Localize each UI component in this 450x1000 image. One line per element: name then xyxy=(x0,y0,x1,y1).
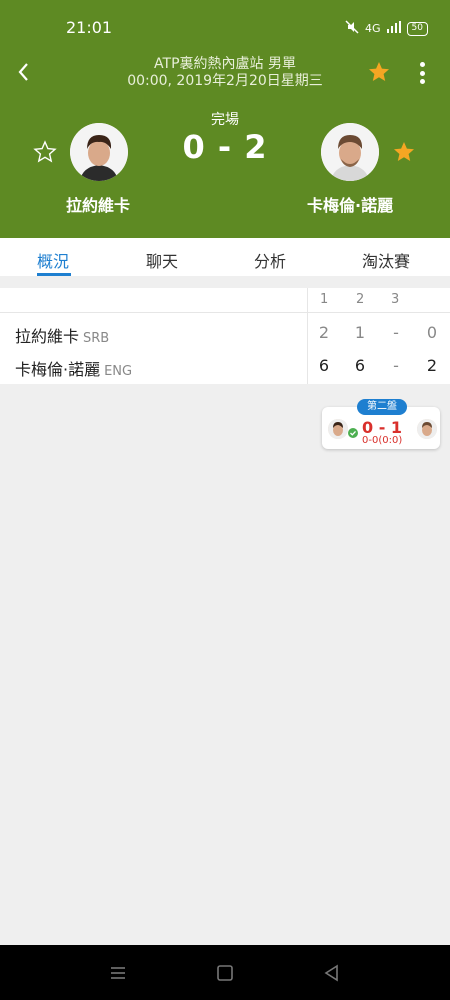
tab-bar: 概況 聊天 分析 淘汰賽 xyxy=(0,238,450,276)
table-divider xyxy=(0,312,450,313)
favorite-match-button[interactable] xyxy=(367,60,391,84)
player-name: 拉約維卡 xyxy=(15,327,80,346)
table-row-name: 卡梅倫·諾麗 ENG xyxy=(15,356,132,380)
right-player-mini-avatar xyxy=(417,419,437,439)
right-player-avatar[interactable] xyxy=(321,123,379,181)
signal-icon xyxy=(386,21,401,36)
check-icon xyxy=(348,423,358,438)
match-header: 21:01 4G 50 ATP裏約熱內盧站 男單 00:00, 2019年2月2… xyxy=(0,0,450,238)
more-dot xyxy=(419,70,425,76)
table-row-name: 拉約維卡 SRB xyxy=(15,323,109,347)
set-score: 2 xyxy=(318,323,330,342)
set-header: 3 xyxy=(391,292,400,307)
set-score: - xyxy=(393,356,399,375)
tab-analysis[interactable]: 分析 xyxy=(254,248,286,272)
table-divider xyxy=(307,288,308,384)
status-time: 21:01 xyxy=(66,18,113,37)
star-filled-icon xyxy=(394,142,414,161)
set-score: 1 xyxy=(354,323,366,342)
set-header: 1 xyxy=(320,292,329,307)
left-player-avatar[interactable] xyxy=(70,123,128,181)
more-dot xyxy=(419,62,425,67)
active-tab-indicator xyxy=(37,273,71,276)
favorite-left-player-button[interactable] xyxy=(33,140,57,164)
left-player-name[interactable]: 拉約維卡 xyxy=(66,192,130,216)
set-score: - xyxy=(393,323,399,342)
set-badge: 第二盤 xyxy=(357,399,407,415)
player-name: 卡梅倫·諾麗 xyxy=(15,360,101,379)
mute-icon xyxy=(345,20,359,37)
home-icon[interactable] xyxy=(215,963,235,983)
star-filled-icon xyxy=(369,62,389,81)
favorite-right-player-button[interactable] xyxy=(392,140,416,164)
country-code: SRB xyxy=(83,331,110,346)
country-code: ENG xyxy=(104,364,133,379)
network-type: 4G xyxy=(365,22,381,35)
match-score: 0 - 2 xyxy=(182,128,268,166)
right-player-name[interactable]: 卡梅倫·諾麗 xyxy=(307,192,393,216)
star-outline-icon xyxy=(33,140,57,163)
tab-knockout[interactable]: 淘汰賽 xyxy=(362,248,410,272)
set-score: 6 xyxy=(318,356,330,375)
set-header: 2 xyxy=(356,292,365,307)
status-bar: 21:01 4G 50 xyxy=(0,0,450,56)
set-score: 6 xyxy=(354,356,366,375)
more-options-button[interactable] xyxy=(412,60,432,86)
back-triangle-icon[interactable] xyxy=(322,963,342,983)
system-nav-bar xyxy=(0,945,450,1000)
set-card-subscore: 0-0(0:0) xyxy=(362,435,403,446)
tab-overview[interactable]: 概況 xyxy=(37,248,69,272)
score-table: 1 2 3 拉約維卡 SRB 2 1 - 0 卡梅倫·諾麗 ENG 6 6 - 2 xyxy=(0,288,450,384)
match-status: 完場 xyxy=(211,112,239,128)
menu-icon[interactable] xyxy=(108,963,128,983)
tab-chat[interactable]: 聊天 xyxy=(146,248,178,272)
status-icons: 4G 50 xyxy=(345,20,428,37)
total-score: 0 xyxy=(426,323,438,342)
more-dot xyxy=(419,79,425,84)
total-score: 2 xyxy=(426,356,438,375)
battery-icon: 50 xyxy=(406,21,428,36)
left-player-mini-avatar xyxy=(328,419,348,439)
